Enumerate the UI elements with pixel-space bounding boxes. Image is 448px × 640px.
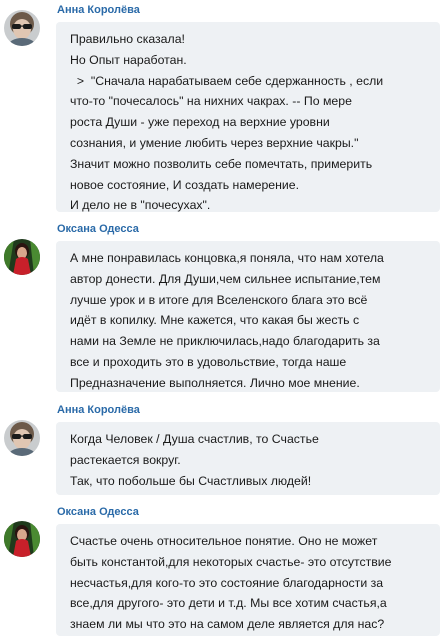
avatar-oksana-icon [4,521,40,557]
text-line: растекается вокруг. [70,452,181,467]
text-line: Но Опыт наработан. [70,52,187,67]
text-line: что-то "почесалось" на нихних чакрах. --… [70,94,352,109]
text-line: знаем ли мы что это на самом деле являет… [70,617,385,632]
avatar-anna-icon [4,10,40,46]
avatar[interactable] [4,420,40,456]
text-line: несчастья,для кого-то это состояние благ… [70,575,384,590]
text-line: > "Сначала нарабатываем себе сдержанност… [70,73,384,88]
text-line: все,для другого- это дети и т.д. Мы все … [70,596,387,611]
text-line: Значит можно позволить себе помечтать, п… [70,156,373,171]
text-line: сознания, и умение любить через верхние … [70,135,359,150]
comment-text: А мне понравилась концовка,я поняла, что… [56,241,440,392]
comment-text: Правильно сказала! Но Опыт наработан. > … [56,22,440,212]
text-line: нами на Земле не приключилась,надо благо… [70,334,380,349]
text-line: Когда Человек / Душа счастлив, то Счасть… [70,432,319,446]
avatar-anna-icon [4,420,40,456]
author-name[interactable]: Оксана Одесса [57,506,139,518]
text-line: Счастье очень относительное понятие. Оно… [70,534,378,548]
avatar[interactable] [4,521,40,557]
text-line: Предназначение выполняется. Лично мое мн… [70,375,360,390]
author-name[interactable]: Анна Королёва [57,4,140,16]
text-line: лучше урок и в итоге для Вселенского бла… [70,292,368,307]
text-line: Правильно сказала! [70,32,185,46]
text-line: автор донести. Для Души,чем сильнее испы… [70,271,381,286]
author-name[interactable]: Анна Королёва [57,404,140,416]
text-line: И дело не в "почесухах". [70,198,211,213]
avatar[interactable] [4,10,40,46]
text-line: Так, что побольше бы Счастливых людей! [70,473,312,488]
avatar[interactable] [4,239,40,275]
text-line: А мне понравилась концовка,я поняла, что… [70,251,384,265]
text-line: все и проходить это в удовольствие, тогд… [70,354,347,369]
text-line: идёт в копилку. Мне кажется, что какая б… [70,313,360,328]
author-name[interactable]: Оксана Одесса [57,223,139,235]
text-line: новое состояние, И создать намерение. [70,177,300,192]
text-line: роста Души - уже переход на верхние уров… [70,115,330,130]
comment-text: Счастье очень относительное понятие. Оно… [56,524,440,636]
avatar-oksana-icon [4,239,40,275]
text-line: быть константой,для некоторых счастье- э… [70,554,392,569]
comment-text: Когда Человек / Душа счастлив, то Счасть… [56,422,440,495]
